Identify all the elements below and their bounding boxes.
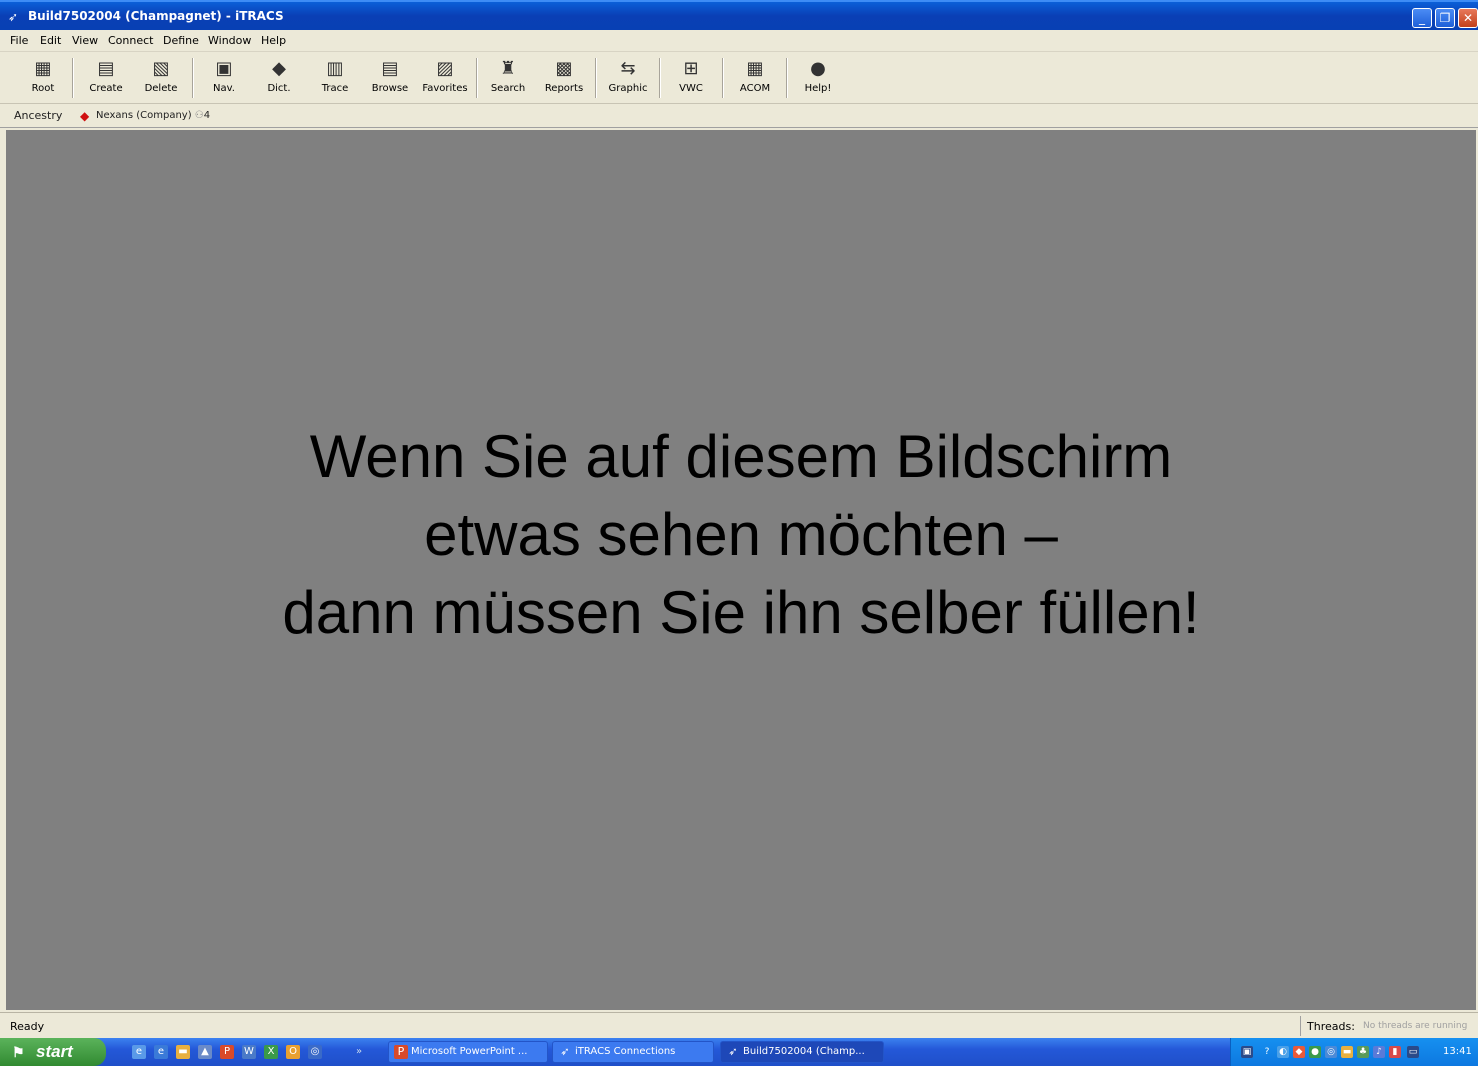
restore-button[interactable]: ❐ [1435, 8, 1455, 28]
quicklaunch-excel-icon[interactable]: X [264, 1045, 278, 1059]
itracs-icon: ➶ [560, 1045, 570, 1058]
quicklaunch-outlook-icon[interactable]: O [286, 1045, 300, 1059]
people-icon: ⚇ [194, 110, 204, 121]
navigate-button[interactable]: ▣ Nav. [197, 55, 251, 101]
toolbar-separator [659, 58, 661, 98]
ancestry-label: Ancestry [14, 109, 63, 122]
workspace-area: Wenn Sie auf diesem Bildschirm etwas seh… [6, 130, 1476, 1010]
overlay-message: Wenn Sie auf diesem Bildschirm etwas seh… [6, 418, 1476, 652]
task-powerpoint[interactable]: P Microsoft PowerPoint ... [388, 1041, 548, 1063]
search-icon: ♜ [499, 58, 517, 79]
menu-help[interactable]: Help [261, 34, 286, 47]
toolbar-separator [476, 58, 478, 98]
status-text: Ready [10, 1020, 45, 1033]
minimize-button[interactable]: _ [1412, 8, 1432, 28]
menu-connect[interactable]: Connect [108, 34, 153, 47]
quicklaunch-browser-icon[interactable]: e [154, 1045, 168, 1059]
threads-panel: Threads: No threads are running [1300, 1016, 1478, 1036]
overlay-line-3: dann müssen Sie ihn selber füllen! [282, 579, 1200, 646]
vwc-button[interactable]: ⊞ VWC [664, 55, 718, 101]
toolbar-separator [595, 58, 597, 98]
tray-security-icon[interactable]: ● [1309, 1046, 1321, 1058]
quicklaunch-ie-icon[interactable]: e [132, 1045, 146, 1059]
create-button[interactable]: ▤ Create [79, 55, 133, 101]
menu-define[interactable]: Define [163, 34, 199, 47]
tray-app-icon[interactable]: ♣ [1357, 1046, 1369, 1058]
tray-alert-icon[interactable]: ◆ [1293, 1046, 1305, 1058]
dictionary-button[interactable]: ◆ Dict. [252, 55, 306, 101]
menu-edit[interactable]: Edit [40, 34, 61, 47]
acom-icon: ▦ [746, 58, 764, 79]
delete-icon: ▧ [152, 58, 170, 79]
threads-label: Threads: [1307, 1020, 1355, 1033]
toolbar-separator [72, 58, 74, 98]
task-itracs-connections[interactable]: ➶ iTRACS Connections [552, 1041, 714, 1063]
tray-folder-icon[interactable]: ▬ [1341, 1046, 1353, 1058]
menu-bar: File Edit View Connect Define Window Hel… [0, 30, 1478, 52]
graphic-icon: ⇆ [620, 58, 636, 79]
company-diamond-icon: ◆ [80, 109, 90, 123]
help-icon: ● [810, 58, 826, 79]
delete-button[interactable]: ▧ Delete [134, 55, 188, 101]
ancestry-count: 4 [203, 110, 211, 121]
quicklaunch-expand-icon[interactable]: » [352, 1045, 366, 1059]
itracs-icon: ➶ [728, 1045, 738, 1058]
toolbar-separator [722, 58, 724, 98]
ancestry-bar: Ancestry ◆ Nexans (Company) ⚇4 [0, 104, 1478, 128]
vwc-icon: ⊞ [683, 58, 699, 79]
tray-monitor-icon[interactable]: ▭ [1407, 1046, 1419, 1058]
itracs-app-icon[interactable]: ➶ [8, 10, 22, 24]
menu-file[interactable]: File [10, 34, 28, 47]
windows-taskbar: ⚑ start e e ▬ ▲ P W X O ◎ » P Microsoft … [0, 1038, 1478, 1066]
navigate-icon: ▣ [215, 58, 233, 79]
browse-button[interactable]: ▤ Browse [363, 55, 417, 101]
title-bar[interactable]: ➶ Build7502004 (Champagnet) - iTRACS _ ❐… [0, 0, 1478, 30]
tray-update-icon[interactable]: ◐ [1277, 1046, 1289, 1058]
toolbar-separator [786, 58, 788, 98]
root-button[interactable]: ▦ Root [16, 55, 70, 101]
threads-value: No threads are running [1363, 1021, 1468, 1031]
task-build-window[interactable]: ➶ Build7502004 (Champ... [720, 1041, 884, 1063]
quicklaunch-folder-icon[interactable]: ▬ [176, 1045, 190, 1059]
favorites-icon: ▨ [436, 58, 454, 79]
quicklaunch-word-icon[interactable]: W [242, 1045, 256, 1059]
main-toolbar: ▦ Root ▤ Create ▧ Delete ▣ Nav. ◆ Dict. … [0, 52, 1478, 104]
graphic-button[interactable]: ⇆ Graphic [601, 55, 655, 101]
windows-flag-icon: ⚑ [12, 1044, 25, 1060]
quicklaunch-app-icon[interactable]: ◎ [308, 1045, 322, 1059]
overlay-line-2: etwas sehen möchten – [424, 501, 1058, 568]
search-button[interactable]: ♜ Search [481, 55, 535, 101]
reports-button[interactable]: ▩ Reports [537, 55, 591, 101]
trace-button[interactable]: ▥ Trace [308, 55, 362, 101]
dictionary-icon: ◆ [272, 58, 286, 79]
window-title: Build7502004 (Champagnet) - iTRACS [28, 9, 284, 23]
reports-icon: ▩ [555, 58, 573, 79]
start-button[interactable]: ⚑ start [0, 1038, 106, 1066]
tray-sync-icon[interactable]: ◎ [1325, 1046, 1337, 1058]
menu-view[interactable]: View [72, 34, 98, 47]
favorites-button[interactable]: ▨ Favorites [418, 55, 472, 101]
toolbar-separator [192, 58, 194, 98]
trace-icon: ▥ [326, 58, 344, 79]
taskbar-clock[interactable]: 13:41 [1443, 1046, 1472, 1057]
acom-button[interactable]: ▦ ACOM [728, 55, 782, 101]
root-icon: ▦ [34, 58, 52, 79]
overlay-line-1: Wenn Sie auf diesem Bildschirm [309, 423, 1173, 490]
tray-network-icon[interactable]: ▣ [1241, 1046, 1253, 1058]
powerpoint-icon: P [394, 1045, 408, 1059]
quicklaunch-powerpoint-icon[interactable]: P [220, 1045, 234, 1059]
tray-power-icon[interactable]: ▮ [1389, 1046, 1401, 1058]
create-icon: ▤ [97, 58, 115, 79]
close-button[interactable]: ✕ [1458, 8, 1478, 28]
ancestry-item-company[interactable]: Nexans (Company) ⚇4 [96, 110, 210, 121]
tray-info-icon[interactable]: ? [1261, 1046, 1273, 1058]
status-bar: Ready Threads: No threads are running [0, 1012, 1478, 1038]
browse-icon: ▤ [381, 58, 399, 79]
tray-volume-icon[interactable]: ♪ [1373, 1046, 1385, 1058]
quicklaunch-network-icon[interactable]: ▲ [198, 1045, 212, 1059]
help-button[interactable]: ● Help! [791, 55, 845, 101]
menu-window[interactable]: Window [208, 34, 251, 47]
system-tray: ▣ ? ◐ ◆ ● ◎ ▬ ♣ ♪ ▮ ▭ 13:41 [1230, 1038, 1478, 1066]
